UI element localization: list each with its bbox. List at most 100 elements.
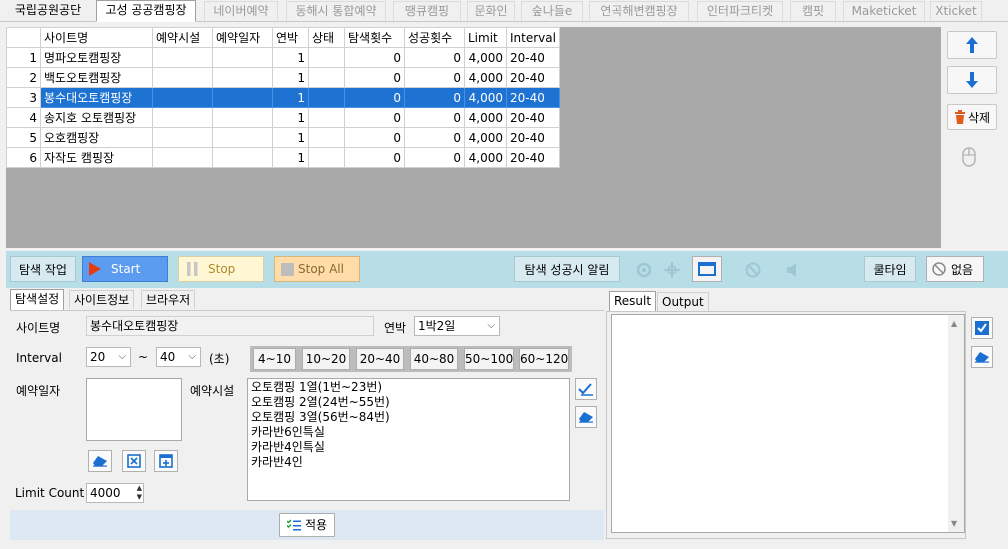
grid-cell[interactable]: 20-40 xyxy=(506,127,560,148)
col-site-name[interactable]: 사이트명 xyxy=(40,27,153,48)
grid-cell[interactable]: 명파오토캠핑장 xyxy=(40,47,153,68)
grid-cell[interactable]: 0 xyxy=(344,127,405,148)
range-50-100-button[interactable]: 50~100 xyxy=(464,348,514,370)
date-list[interactable] xyxy=(86,378,182,441)
speaker-icon[interactable] xyxy=(786,262,804,281)
tab-search-settings[interactable]: 탐색설정 xyxy=(10,289,65,310)
block-icon[interactable] xyxy=(745,262,761,281)
interval-to-select[interactable]: 40 ⌵ xyxy=(156,347,201,367)
grid-cell[interactable] xyxy=(212,67,273,88)
grid-cell[interactable] xyxy=(308,47,345,68)
grid-cell[interactable]: 4,000 xyxy=(464,47,507,68)
table-row[interactable]: 2 백도오토캠핑장 1 0 0 4,000 20-40 xyxy=(6,67,560,88)
grid-cell[interactable]: 0 xyxy=(404,127,465,148)
site-name-field[interactable]: 봉수대오토캠핑장 xyxy=(86,316,374,336)
grid-cell[interactable]: 송지호 오토캠핑장 xyxy=(40,107,153,128)
grid-cell[interactable]: 1 xyxy=(272,107,309,128)
interval-from-select[interactable]: 20 ⌵ xyxy=(86,347,131,367)
result-check-button[interactable] xyxy=(971,317,993,339)
grid-cell[interactable]: 20-40 xyxy=(506,87,560,108)
row-number[interactable]: 3 xyxy=(6,87,41,108)
table-row[interactable]: 4 송지호 오토캠핑장 1 0 0 4,000 20-40 xyxy=(6,107,560,128)
grid-cell[interactable]: 4,000 xyxy=(464,87,507,108)
grid-cell[interactable]: 0 xyxy=(404,47,465,68)
tab-campit[interactable]: 캠핏 xyxy=(790,1,836,21)
grid-cell[interactable] xyxy=(152,127,213,148)
date-remove-button[interactable] xyxy=(122,450,146,472)
table-row[interactable]: 5 오호캠핑장 1 0 0 4,000 20-40 xyxy=(6,127,560,148)
window-button[interactable] xyxy=(692,256,722,282)
tab-xticket[interactable]: Xticket xyxy=(930,1,982,21)
scroll-up-icon[interactable]: ▲ xyxy=(951,319,957,328)
grid-cell[interactable]: 4,000 xyxy=(464,67,507,88)
grid-cell[interactable] xyxy=(308,87,345,108)
facility-clear-button[interactable] xyxy=(575,406,597,428)
date-clear-button[interactable] xyxy=(88,450,112,472)
spinner-arrows-icon[interactable]: ▲ ▼ xyxy=(137,484,142,502)
grid-cell[interactable]: 1 xyxy=(272,67,309,88)
row-number[interactable]: 2 xyxy=(6,67,41,88)
col-search-count[interactable]: 탐색횟수 xyxy=(344,27,405,48)
col-facility[interactable]: 예약시설 xyxy=(152,27,213,48)
table-row[interactable]: 6 자작도 캠핑장 1 0 0 4,000 20-40 xyxy=(6,147,560,168)
grid-cell[interactable]: 4,000 xyxy=(464,147,507,168)
table-row[interactable]: 1 명파오토캠핑장 1 0 0 4,000 20-40 xyxy=(6,47,560,68)
tab-thankyou[interactable]: 땡큐캠핑 xyxy=(393,1,461,21)
row-number[interactable]: 1 xyxy=(6,47,41,68)
tab-forest[interactable]: 숲나들e xyxy=(521,1,583,21)
range-10-20-button[interactable]: 10~20 xyxy=(302,348,350,370)
grid-cell[interactable]: 1 xyxy=(272,127,309,148)
grid-cell[interactable] xyxy=(308,127,345,148)
grid-cell[interactable] xyxy=(308,147,345,168)
grid-cell[interactable]: 0 xyxy=(404,107,465,128)
grid-cell[interactable] xyxy=(308,67,345,88)
apply-button[interactable]: 적용 xyxy=(279,513,335,537)
tab-knps[interactable]: 국립공원공단 xyxy=(4,1,92,21)
facility-check-all-button[interactable] xyxy=(575,378,597,400)
tab-site-info[interactable]: 사이트정보 xyxy=(69,290,135,309)
result-scrollbar[interactable]: ▲ ▼ xyxy=(948,315,964,532)
list-item[interactable]: 오토캠핑 3열(56번~84번) xyxy=(251,410,566,425)
col-success-count[interactable]: 성공횟수 xyxy=(404,27,465,48)
grid-cell[interactable]: 0 xyxy=(404,87,465,108)
grid-cell[interactable] xyxy=(212,87,273,108)
tab-browser[interactable]: 브라우저 xyxy=(141,290,196,309)
grid-cell[interactable]: 0 xyxy=(404,67,465,88)
range-4-10-button[interactable]: 4~10 xyxy=(253,348,296,370)
grid-cell[interactable]: 20-40 xyxy=(506,47,560,68)
facility-list[interactable]: 오토캠핑 1열(1번~23번) 오토캠핑 2열(24번~55번) 오토캠핑 3열(5… xyxy=(247,378,570,501)
grid-cell[interactable]: 4,000 xyxy=(464,107,507,128)
grid-cell[interactable]: 1 xyxy=(272,47,309,68)
grid-cell[interactable] xyxy=(212,47,273,68)
grid-cell[interactable]: 백도오토캠핑장 xyxy=(40,67,153,88)
grid-cell[interactable]: 4,000 xyxy=(464,127,507,148)
grid-cell[interactable]: 자작도 캠핑장 xyxy=(40,147,153,168)
grid-cell[interactable]: 1 xyxy=(272,147,309,168)
grid-cell[interactable]: 0 xyxy=(344,87,405,108)
grid-cell[interactable]: 오호캠핑장 xyxy=(40,127,153,148)
site-grid[interactable]: 사이트명 예약시설 예약일자 연박 상태 탐색횟수 성공횟수 Limit Int… xyxy=(6,27,560,168)
tab-result[interactable]: Result xyxy=(609,291,657,312)
date-add-button[interactable] xyxy=(154,450,178,472)
grid-cell[interactable]: 봉수대오토캠핑장 xyxy=(40,87,153,108)
grid-cell[interactable]: 1 xyxy=(272,87,309,108)
move-up-button[interactable] xyxy=(947,31,997,59)
range-40-80-button[interactable]: 40~80 xyxy=(410,348,458,370)
row-number[interactable]: 5 xyxy=(6,127,41,148)
row-number[interactable]: 6 xyxy=(6,147,41,168)
list-item[interactable]: 카라반4인특실 xyxy=(251,440,566,455)
list-item[interactable]: 카라반6인특실 xyxy=(251,425,566,440)
list-item[interactable]: 카라반4인 xyxy=(251,455,566,470)
col-stay[interactable]: 연박 xyxy=(272,27,309,48)
scroll-down-icon[interactable]: ▼ xyxy=(951,519,957,528)
grid-cell[interactable]: 20-40 xyxy=(506,67,560,88)
list-item[interactable]: 오토캠핑 1열(1번~23번) xyxy=(251,380,566,395)
col-interval[interactable]: Interval xyxy=(506,27,560,48)
tab-yeongok[interactable]: 연곡해변캠핑장 xyxy=(589,1,689,21)
tab-naver[interactable]: 네이버예약 xyxy=(204,1,278,21)
grid-cell[interactable]: 20-40 xyxy=(506,147,560,168)
range-20-40-button[interactable]: 20~40 xyxy=(356,348,404,370)
stay-select[interactable]: 1박2일 ⌵ xyxy=(414,316,500,336)
delete-button[interactable]: 삭제 xyxy=(947,104,997,130)
col-status[interactable]: 상태 xyxy=(308,27,345,48)
